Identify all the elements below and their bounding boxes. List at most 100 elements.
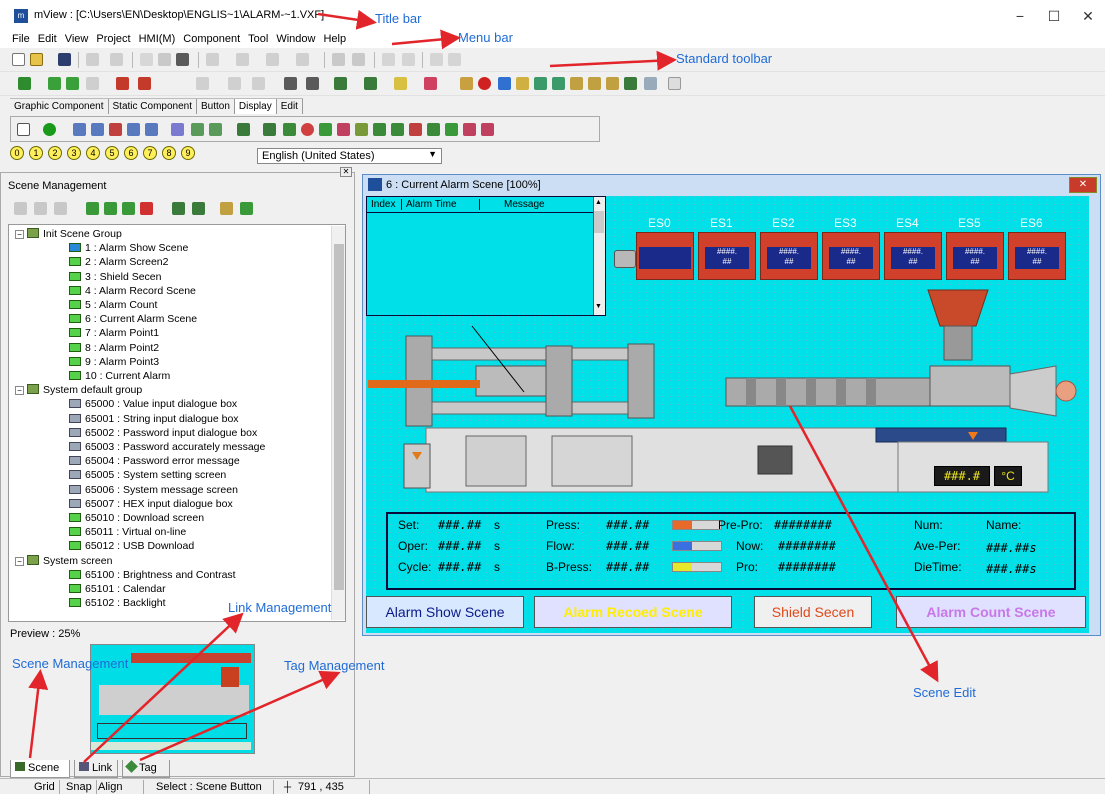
align-center-icon[interactable] xyxy=(236,53,249,66)
tree-item[interactable]: 65000 : Value input dialogue box xyxy=(69,397,237,411)
tree-group[interactable]: − System screen xyxy=(15,554,112,568)
redo-icon[interactable] xyxy=(110,53,123,66)
tree-item[interactable]: 65006 : System message screen xyxy=(69,483,238,497)
state-9-button[interactable]: 9 xyxy=(181,146,195,160)
maximize-button[interactable]: ☐ xyxy=(1039,6,1069,26)
close-button[interactable]: ✕ xyxy=(1073,6,1103,26)
tree-group[interactable]: − System default group xyxy=(15,383,142,397)
arrow-right-icon[interactable] xyxy=(498,77,511,90)
operation-log-icon[interactable] xyxy=(391,123,404,136)
state-4-button[interactable]: 4 xyxy=(86,146,100,160)
order-back-icon[interactable] xyxy=(402,53,415,66)
list-icon[interactable] xyxy=(373,123,386,136)
event-icon[interactable] xyxy=(427,123,440,136)
pen-icon[interactable] xyxy=(394,77,407,90)
shape-icon[interactable] xyxy=(364,77,377,90)
menu-edit[interactable]: Edit xyxy=(34,32,61,47)
meter-icon[interactable] xyxy=(127,123,140,136)
scene-copy2-icon[interactable] xyxy=(122,202,135,215)
motion-icon[interactable] xyxy=(445,123,458,136)
state-2-button[interactable]: 2 xyxy=(48,146,62,160)
tree-item[interactable]: 65012 : USB Download xyxy=(69,539,194,553)
simulate-icon[interactable] xyxy=(86,77,99,90)
tree-item[interactable]: 65005 : System setting screen xyxy=(69,468,226,482)
menu-project[interactable]: Project xyxy=(92,32,134,47)
blank-icon[interactable] xyxy=(668,77,681,90)
state-8-button[interactable]: 8 xyxy=(162,146,176,160)
alarm-icon[interactable] xyxy=(283,123,296,136)
online-sim-icon[interactable] xyxy=(138,77,151,90)
records-icon[interactable] xyxy=(355,123,368,136)
minimize-button[interactable]: − xyxy=(1005,6,1035,26)
compile-icon[interactable] xyxy=(18,77,31,90)
expand-toggle-icon[interactable]: − xyxy=(15,386,24,396)
zoom-in-icon[interactable] xyxy=(284,77,297,90)
language-select[interactable]: English (United States) ▼ xyxy=(257,148,442,164)
scroll-down-icon[interactable]: ▼ xyxy=(595,303,602,310)
tab-link[interactable]: Link xyxy=(74,760,118,778)
tree-item[interactable]: 65002 : Password input dialogue box xyxy=(69,426,257,440)
scene-paste-icon[interactable] xyxy=(54,202,67,215)
alarm-table[interactable]: Index Alarm Time Message ▲ ▼ xyxy=(366,196,606,316)
status-grid[interactable]: Grid xyxy=(4,780,60,794)
display-icon[interactable] xyxy=(196,77,209,90)
copy-icon[interactable] xyxy=(158,53,171,66)
recipe-icon[interactable] xyxy=(588,77,601,90)
expand-toggle-icon[interactable]: − xyxy=(15,230,24,239)
history-icon[interactable] xyxy=(263,123,276,136)
scene-link-button[interactable]: Alarm Show Scene xyxy=(366,596,524,628)
tree-group[interactable]: − Init Scene Group xyxy=(15,227,122,241)
paste-icon[interactable] xyxy=(176,53,189,66)
panel-close-icon[interactable]: ✕ xyxy=(340,167,352,177)
curve-icon[interactable] xyxy=(319,123,332,136)
database-icon[interactable] xyxy=(570,77,583,90)
flip-icon[interactable] xyxy=(448,53,461,66)
lamp-icon[interactable] xyxy=(43,123,56,136)
menu-view[interactable]: View xyxy=(61,32,93,47)
text-abc-icon[interactable] xyxy=(424,77,437,90)
menu-tool[interactable]: Tool xyxy=(244,32,272,47)
tree-item[interactable]: 65100 : Brightness and Contrast xyxy=(69,568,236,582)
tree-item[interactable]: 6 : Current Alarm Scene xyxy=(69,312,197,326)
scene-link-button[interactable]: Shield Secen xyxy=(754,596,872,628)
tree-item[interactable]: 1 : Alarm Show Scene xyxy=(69,241,188,255)
settings-icon[interactable] xyxy=(644,77,657,90)
ungroup-icon[interactable] xyxy=(352,53,365,66)
state-6-button[interactable]: 6 xyxy=(124,146,138,160)
scene-window-close-button[interactable]: ✕ xyxy=(1069,177,1097,193)
scene-copy-icon[interactable] xyxy=(34,202,47,215)
tree-scroll-thumb[interactable] xyxy=(334,244,344,590)
state-7-button[interactable]: 7 xyxy=(143,146,157,160)
scene-properties-icon[interactable] xyxy=(172,202,185,215)
xy-plot-icon[interactable] xyxy=(209,123,222,136)
plug-icon[interactable] xyxy=(516,77,529,90)
dynamic-line-icon[interactable] xyxy=(481,123,494,136)
open-folder-icon[interactable] xyxy=(30,53,43,66)
chart-icon[interactable] xyxy=(552,77,565,90)
tree-item[interactable]: 65011 : Virtual on-line xyxy=(69,525,186,539)
download-icon[interactable] xyxy=(48,77,61,90)
numeric-display-icon[interactable] xyxy=(73,123,86,136)
alarm-red-icon[interactable] xyxy=(478,77,491,90)
tree-item[interactable]: 65102 : Backlight xyxy=(69,596,166,610)
tab-scene[interactable]: Scene xyxy=(10,760,70,778)
group-new-icon[interactable] xyxy=(220,202,233,215)
alarm-table-scroll-thumb[interactable] xyxy=(594,211,604,233)
date-icon[interactable] xyxy=(145,123,158,136)
scene-new-icon[interactable] xyxy=(86,202,99,215)
align-left-icon[interactable] xyxy=(206,53,219,66)
state-5-button[interactable]: 5 xyxy=(105,146,119,160)
scene-link-button[interactable]: Alarm Count Scene xyxy=(896,596,1086,628)
image-icon[interactable] xyxy=(534,77,547,90)
alarm-table-scrollbar[interactable]: ▲ ▼ xyxy=(593,197,605,315)
scene-cut-icon[interactable] xyxy=(14,202,27,215)
alarm-log-icon[interactable] xyxy=(409,123,422,136)
scene-export-icon[interactable] xyxy=(192,202,205,215)
hex-display-icon[interactable] xyxy=(109,123,122,136)
align-top-icon[interactable] xyxy=(296,53,309,66)
expand-toggle-icon[interactable]: − xyxy=(15,556,24,566)
picture-icon[interactable] xyxy=(237,123,250,136)
rotate-icon[interactable] xyxy=(430,53,443,66)
status-align[interactable]: Align xyxy=(94,780,144,794)
scene-delete-icon[interactable] xyxy=(140,202,153,215)
